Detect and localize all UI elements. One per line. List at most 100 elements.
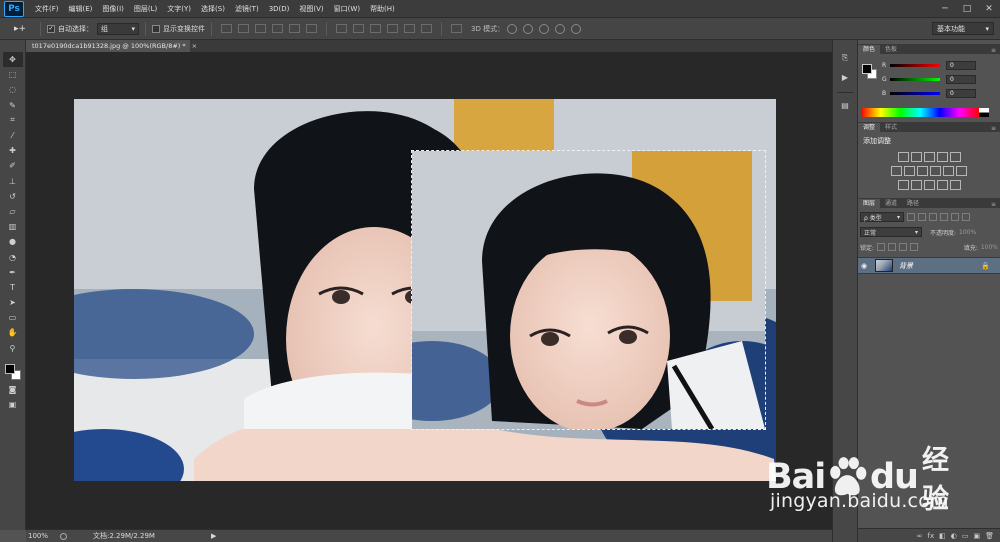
3d-scale-icon[interactable] <box>571 23 582 34</box>
tab-paths[interactable]: 路径 <box>902 199 924 208</box>
align-left-icon[interactable] <box>272 24 283 33</box>
shape-tool-icon[interactable]: ▭ <box>3 310 23 325</box>
color-spectrum-bar[interactable] <box>861 108 979 117</box>
color-panel-foreground-swatch[interactable] <box>862 64 872 74</box>
tab-styles[interactable]: 样式 <box>880 123 902 132</box>
auto-select-checkbox[interactable]: ✓ <box>47 24 55 33</box>
pasted-layer-selection[interactable] <box>411 150 766 430</box>
menu-type[interactable]: 文字(Y) <box>162 4 196 14</box>
maximize-button[interactable]: □ <box>956 0 978 18</box>
blur-tool-icon[interactable]: ● <box>3 234 23 249</box>
color-swatches[interactable] <box>3 362 23 382</box>
crop-tool-icon[interactable]: ⌗ <box>3 113 23 128</box>
distribute-vcenter-icon[interactable] <box>353 24 364 33</box>
gradient-tool-icon[interactable]: ▥ <box>3 219 23 234</box>
auto-align-icon[interactable] <box>451 24 462 33</box>
red-channel-slider[interactable] <box>890 64 940 67</box>
selective-color-icon[interactable] <box>949 180 961 190</box>
hue-saturation-icon[interactable] <box>891 166 902 176</box>
color-lookup-icon[interactable] <box>956 166 967 176</box>
invert-icon[interactable] <box>897 180 909 190</box>
new-layer-icon[interactable]: ▣ <box>973 532 980 540</box>
show-transform-option[interactable]: 显示变换控件 <box>152 24 205 34</box>
layer-mask-icon[interactable]: ◧ <box>939 532 946 540</box>
green-channel-slider[interactable] <box>890 78 940 81</box>
tab-swatches[interactable]: 色板 <box>880 45 902 54</box>
path-select-tool-icon[interactable]: ➤ <box>3 295 23 310</box>
canvas-area[interactable] <box>26 52 832 529</box>
vibrance-icon[interactable] <box>949 152 961 162</box>
new-group-icon[interactable]: ▭ <box>962 532 969 540</box>
dodge-tool-icon[interactable]: ◔ <box>3 249 23 264</box>
3d-roll-icon[interactable] <box>523 23 534 34</box>
quick-mask-icon[interactable]: ◙ <box>3 382 23 397</box>
black-white-icon[interactable] <box>917 166 928 176</box>
filter-adjustment-icon[interactable] <box>918 213 926 221</box>
distribute-right-icon[interactable] <box>421 24 432 33</box>
menu-file[interactable]: 文件(F) <box>30 4 64 14</box>
green-channel-value[interactable]: 0 <box>946 75 976 84</box>
link-layers-icon[interactable]: ∞ <box>917 532 923 540</box>
align-top-icon[interactable] <box>221 24 232 33</box>
filter-type-icon[interactable] <box>929 213 937 221</box>
auto-select-option[interactable]: ✓ 自动选择： <box>47 24 93 34</box>
document-tab[interactable]: t017e0190dca1b91328.jpg @ 100%(RGB/8#) *… <box>26 40 197 52</box>
lock-all-icon[interactable] <box>910 243 919 251</box>
panel-menu-icon[interactable]: ≡ <box>991 47 996 54</box>
layer-name[interactable]: 背景 <box>899 261 913 271</box>
align-vcenter-icon[interactable] <box>238 24 249 33</box>
lasso-tool-icon[interactable]: ◌ <box>3 82 23 97</box>
adjustment-layer-icon[interactable]: ◐ <box>951 532 957 540</box>
status-menu-arrow-icon[interactable]: ▶ <box>211 532 216 540</box>
delete-layer-icon[interactable]: 🗑 <box>985 532 994 540</box>
brush-tool-icon[interactable]: ✐ <box>3 158 23 173</box>
blue-channel-value[interactable]: 0 <box>946 89 976 98</box>
clone-stamp-tool-icon[interactable]: ⊥ <box>3 174 23 189</box>
panel-menu-icon[interactable]: ≡ <box>991 201 996 208</box>
panel-menu-icon[interactable]: ≡ <box>991 125 996 132</box>
menu-select[interactable]: 选择(S) <box>196 4 230 14</box>
tab-channels[interactable]: 通道 <box>880 199 902 208</box>
tab-color[interactable]: 颜色 <box>858 45 881 54</box>
posterize-icon[interactable] <box>910 180 922 190</box>
black-white-swatch[interactable] <box>979 108 989 117</box>
lock-position-icon[interactable] <box>899 243 908 251</box>
filter-toggle-icon[interactable] <box>962 213 970 221</box>
auto-select-dropdown[interactable]: 组 ▾ <box>97 22 139 35</box>
lock-pixels-icon[interactable] <box>888 243 897 251</box>
levels-icon[interactable] <box>910 152 922 162</box>
photo-filter-icon[interactable] <box>930 166 941 176</box>
screen-mode-icon[interactable]: ▣ <box>3 397 23 412</box>
opacity-value[interactable]: 100% <box>959 229 976 236</box>
hand-tool-icon[interactable]: ✋ <box>3 325 23 340</box>
move-tool-icon[interactable]: ✥ <box>2 52 23 68</box>
menu-window[interactable]: 窗口(W) <box>329 4 365 14</box>
align-bottom-icon[interactable] <box>255 24 266 33</box>
align-right-icon[interactable] <box>306 24 317 33</box>
type-tool-icon[interactable]: T <box>3 280 23 295</box>
color-balance-icon[interactable] <box>904 166 915 176</box>
distribute-hcenter-icon[interactable] <box>404 24 415 33</box>
brightness-icon[interactable] <box>897 152 909 162</box>
menu-image[interactable]: 图像(I) <box>97 4 129 14</box>
history-panel-icon[interactable]: ⎘ <box>836 50 854 66</box>
status-info-icon[interactable] <box>60 532 67 540</box>
pen-tool-icon[interactable]: ✒ <box>3 265 23 280</box>
workspace-dropdown[interactable]: 基本功能 ▾ <box>932 22 994 35</box>
curves-icon[interactable] <box>923 152 935 162</box>
menu-view[interactable]: 视图(V) <box>294 4 328 14</box>
layer-row-background[interactable]: ◉ 背景 🔒 <box>858 257 1000 274</box>
history-brush-tool-icon[interactable]: ↺ <box>3 189 23 204</box>
3d-pan-icon[interactable] <box>539 23 550 34</box>
3d-rotate-icon[interactable] <box>507 23 518 34</box>
menu-help[interactable]: 帮助(H) <box>365 4 400 14</box>
menu-layer[interactable]: 图层(L) <box>129 4 162 14</box>
filter-smart-icon[interactable] <box>951 213 959 221</box>
healing-brush-tool-icon[interactable]: ✚ <box>3 143 23 158</box>
zoom-level-field[interactable]: 100% <box>26 532 56 540</box>
blue-channel-slider[interactable] <box>890 92 940 95</box>
align-hcenter-icon[interactable] <box>289 24 300 33</box>
menu-filter[interactable]: 滤镜(T) <box>230 4 264 14</box>
properties-panel-icon[interactable]: ▤ <box>836 97 854 113</box>
eraser-tool-icon[interactable]: ▱ <box>3 204 23 219</box>
